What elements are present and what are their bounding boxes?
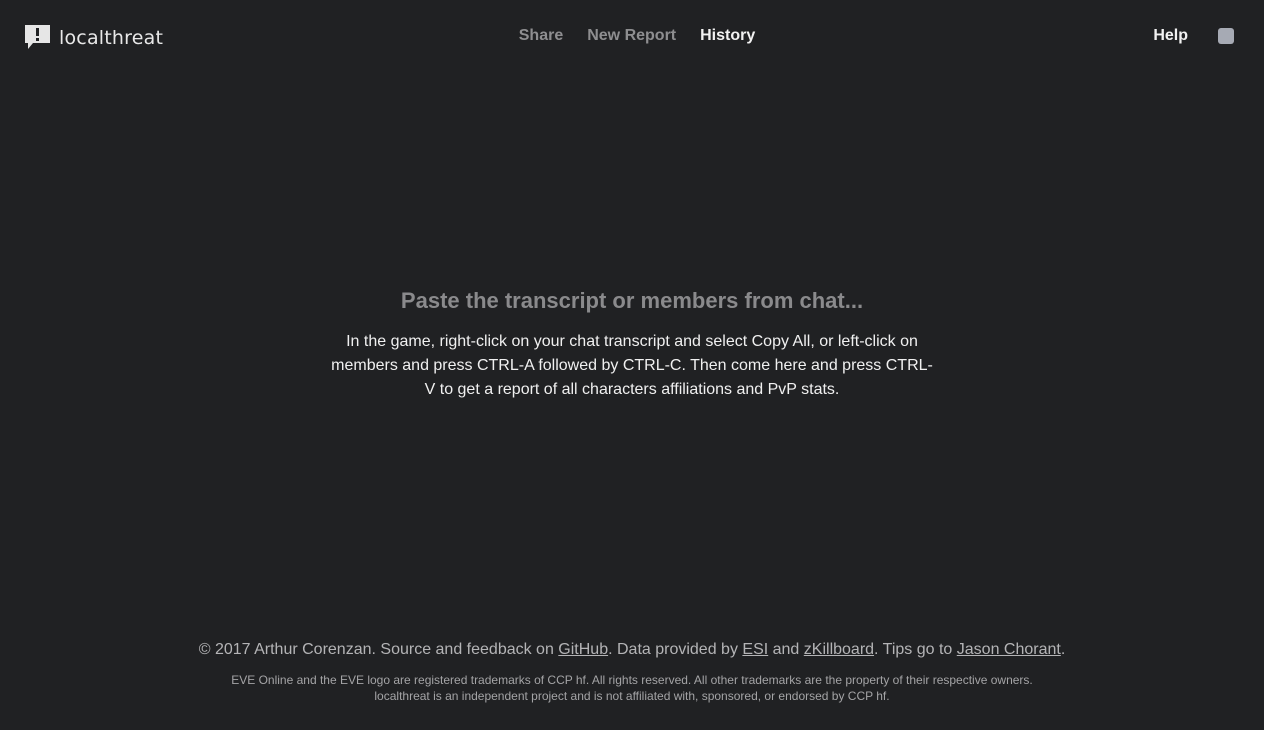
tips-link[interactable]: Jason Chorant: [957, 641, 1061, 658]
user-avatar[interactable]: [1218, 28, 1234, 44]
help-link[interactable]: Help: [1153, 25, 1188, 47]
github-link[interactable]: GitHub: [558, 641, 608, 658]
page-title: Paste the transcript or members from cha…: [400, 288, 864, 313]
esi-link[interactable]: ESI: [742, 641, 768, 658]
legal-disclaimer: EVE Online and the EVE logo are register…: [231, 673, 1033, 703]
zkillboard-link[interactable]: zKillboard: [804, 641, 874, 658]
copyright-text: © 2017 Arthur Corenzan. Source and feedb…: [198, 641, 559, 658]
nav-share[interactable]: Share: [519, 25, 563, 47]
and-text: and: [768, 641, 804, 658]
brand-logo-link[interactable]: localthreat: [24, 24, 163, 51]
main-nav: Share New Report History: [0, 25, 1264, 47]
nav-new-report[interactable]: New Report: [587, 25, 676, 47]
end-period: .: [1060, 641, 1066, 658]
instructions-text: In the game, right-click on your chat tr…: [331, 333, 933, 398]
tips-text: . Tips go to: [874, 641, 957, 658]
speech-bubble-exclamation-icon: [25, 25, 50, 49]
data-provided-text: . Data provided by: [608, 641, 743, 658]
footer: © 2017 Arthur Corenzan. Source and feedb…: [0, 638, 1264, 704]
nav-history[interactable]: History: [700, 25, 755, 47]
main-content: Paste the transcript or members from cha…: [0, 286, 1264, 402]
page: localthreat Share New Report History Hel…: [0, 0, 1264, 730]
brand-name: localthreat: [59, 26, 164, 49]
header: localthreat Share New Report History Hel…: [0, 0, 1264, 72]
footer-credits: © 2017 Arthur Corenzan. Source and feedb…: [0, 638, 1264, 662]
